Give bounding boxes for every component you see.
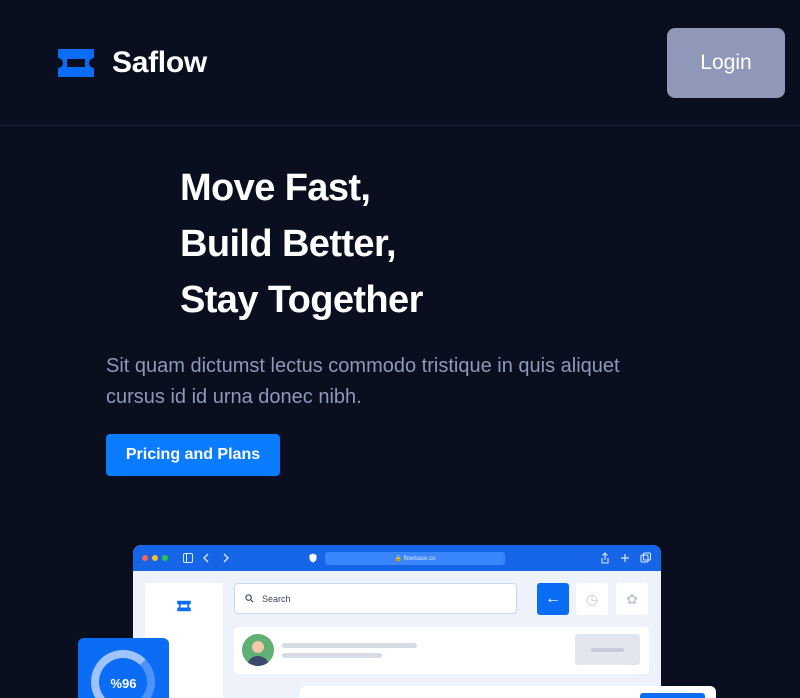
stat-value: %96 [110, 676, 137, 691]
top-navigation: Saflow Login [0, 0, 800, 126]
shield-icon [309, 553, 317, 563]
address-bar[interactable]: 🔒 flowbase.co [325, 552, 505, 565]
hero-title-line: Build Better, [180, 223, 397, 265]
stat-card: %96 [78, 638, 169, 698]
placeholder-button [575, 634, 640, 665]
browser-actions-icon [601, 552, 651, 564]
mockup-panel-accent [640, 693, 705, 698]
close-dot-icon [142, 555, 148, 561]
history-button[interactable]: ◷ [576, 583, 608, 615]
leaf-icon: ✿ [626, 590, 638, 607]
placeholder-line [282, 653, 382, 658]
browser-toolbar: 🔒 flowbase.co [133, 545, 661, 571]
nav-arrows-icon [203, 553, 229, 563]
pricing-button[interactable]: Pricing and Plans [106, 434, 280, 476]
hero-title: Move Fast, Build Better, Stay Together [180, 160, 700, 328]
arrow-left-icon: ← [545, 590, 561, 607]
logo-icon [58, 47, 94, 79]
search-icon [245, 594, 254, 603]
sidebar-icon [183, 553, 193, 563]
avatar [242, 634, 274, 666]
search-placeholder: Search [262, 593, 291, 604]
minimize-dot-icon [152, 555, 158, 561]
logo-icon [177, 600, 191, 612]
back-button[interactable]: ← [537, 583, 569, 615]
brand-name: Saflow [112, 46, 207, 79]
hero-title-line: Stay Together [180, 279, 423, 321]
hero-title-line: Move Fast, [180, 167, 371, 209]
placeholder-line [282, 643, 417, 648]
maximize-dot-icon [162, 555, 168, 561]
mockup-search-input[interactable]: Search [234, 583, 517, 614]
login-button[interactable]: Login [667, 28, 785, 98]
product-mockup: 🔒 flowbase.co Search ← ◷ ✿ [133, 545, 661, 698]
clock-icon: ◷ [585, 590, 599, 607]
edit-button[interactable]: ✿ [616, 583, 648, 615]
hero-subtitle: Sit quam dictumst lectus commodo tristiq… [106, 355, 620, 408]
list-item[interactable] [234, 627, 649, 674]
brand-logo[interactable]: Saflow [58, 46, 207, 80]
